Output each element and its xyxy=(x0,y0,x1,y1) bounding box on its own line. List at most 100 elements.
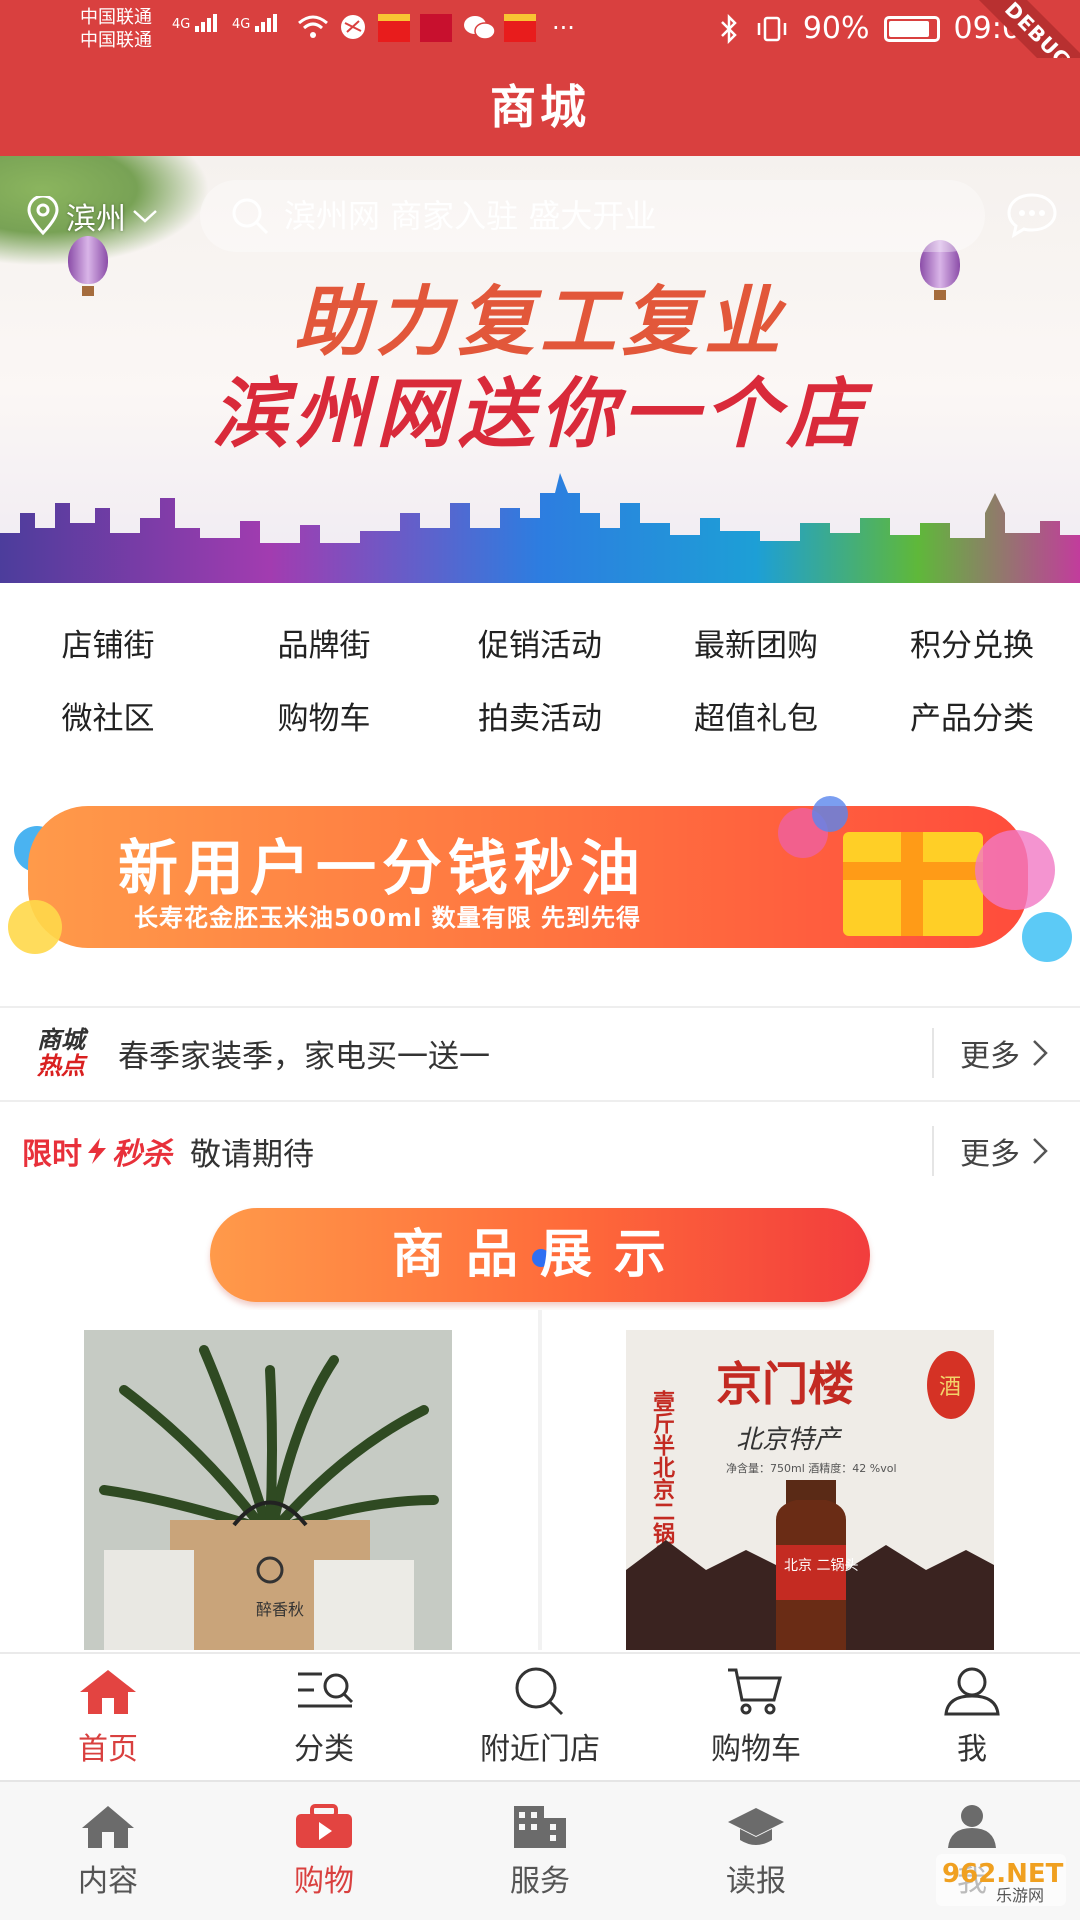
nav-label: 服务 xyxy=(510,1864,570,1899)
search-icon xyxy=(232,198,269,235)
promo-title: 新用户一分钱秒油 xyxy=(118,834,646,904)
wechat-icon xyxy=(464,16,496,40)
graduation-cap-icon xyxy=(728,1808,784,1845)
category-gift-pack[interactable]: 超值礼包 xyxy=(648,683,864,756)
product-grid: 醉香秋 京门楼 北京特产 净含量：750ml 酒精度：42 %vol 壹斤半北京… xyxy=(0,1310,1080,1650)
lantern-text: 酒 xyxy=(939,1375,961,1400)
battery-icon xyxy=(883,16,940,42)
nav-label: 内容 xyxy=(78,1864,138,1899)
bottle-label-text: 北京 二锅头 xyxy=(784,1558,858,1574)
status-bar: 中国联通 中国联通 4G 4G ··· 90% 09:08 DEBUG xyxy=(0,0,1080,118)
lightning-icon xyxy=(88,1138,106,1164)
category-shop-street[interactable]: 店铺街 xyxy=(0,610,216,683)
balloon-decoration xyxy=(1022,912,1072,962)
app-notification-icon xyxy=(341,15,365,39)
wifi-icon xyxy=(298,15,328,38)
category-points-exchange[interactable]: 积分兑换 xyxy=(864,610,1080,683)
signal-1-icon: 4G xyxy=(172,14,219,32)
carrier-1: 中国联通 xyxy=(80,7,152,28)
category-promotions[interactable]: 促销活动 xyxy=(432,610,648,683)
more-notifications-icon: ··· xyxy=(552,14,575,42)
tab-label: 我 xyxy=(957,1732,987,1767)
house-icon xyxy=(82,1806,134,1848)
user-icon xyxy=(948,1805,996,1848)
flash-more-button[interactable]: 更多 xyxy=(932,1126,1050,1176)
balloon-decoration xyxy=(975,830,1055,910)
balloon-decoration xyxy=(8,900,62,954)
news-app-icon xyxy=(420,14,452,42)
location-pin-icon xyxy=(27,196,59,236)
tab-cart[interactable]: 购物车 xyxy=(648,1654,864,1778)
search-icon xyxy=(515,1667,564,1716)
nav-label: 购物 xyxy=(294,1864,354,1899)
search-bar[interactable] xyxy=(200,180,985,252)
nav-shopping[interactable]: 购物 xyxy=(216,1782,432,1920)
vibrate-icon xyxy=(757,16,787,42)
page-title: 商城 xyxy=(490,80,590,134)
promo-subtitle: 长寿花金胚玉米油500ml 数量有限 先到先得 xyxy=(134,904,642,932)
product-card[interactable]: 醉香秋 xyxy=(0,1310,538,1650)
city-skyline xyxy=(0,473,1080,583)
balloon-decoration xyxy=(812,796,848,832)
product-sub-text: 北京特产 xyxy=(736,1425,843,1455)
cart-icon xyxy=(728,1668,782,1715)
tab-label: 附近门店 xyxy=(480,1732,600,1767)
category-auction[interactable]: 拍卖活动 xyxy=(432,683,648,756)
flash-sale-text: 敬请期待 xyxy=(190,1136,314,1173)
location-selector[interactable]: 滨州 xyxy=(26,194,158,238)
carrier-2: 中国联通 xyxy=(80,30,152,51)
tab-category[interactable]: 分类 xyxy=(216,1654,432,1778)
top-search-bar: 滨州 xyxy=(0,180,1080,252)
flash-sale-label: 限时 秒杀 xyxy=(22,1137,172,1172)
bluetooth-icon xyxy=(720,14,737,44)
product-image: 醉香秋 xyxy=(84,1330,452,1650)
tab-home[interactable]: 首页 xyxy=(0,1654,216,1778)
main-navigation-bar: 内容 购物 服务 读报 xyxy=(0,1780,1080,1920)
building-icon xyxy=(514,1806,566,1848)
hot-more-button[interactable]: 更多 xyxy=(932,1028,1050,1078)
category-grid: 店铺街 品牌街 促销活动 最新团购 积分兑换 微社区 购物车 拍卖活动 超值礼包… xyxy=(0,610,1080,760)
product-card[interactable]: 京门楼 北京特产 净含量：750ml 酒精度：42 %vol 壹斤半北京二锅头 … xyxy=(542,1310,1080,1650)
search-input[interactable] xyxy=(284,197,884,235)
nav-read-paper[interactable]: 读报 xyxy=(648,1782,864,1920)
person-icon xyxy=(944,1667,1000,1716)
banner-headline-2: 滨州网送你一个店 xyxy=(212,369,868,458)
nav-content[interactable]: 内容 xyxy=(0,1782,216,1920)
tab-nearby-stores[interactable]: 附近门店 xyxy=(432,1654,648,1778)
title-bar: 商城 xyxy=(0,58,1080,156)
flash-sale-row[interactable]: 限时 秒杀 敬请期待 更多 xyxy=(0,1106,1080,1196)
tab-label: 首页 xyxy=(78,1732,138,1767)
chevron-right-icon xyxy=(1033,1138,1048,1164)
hot-news-text: 春季家装季，家电买一送一 xyxy=(118,1038,490,1075)
product-image: 京门楼 北京特产 净含量：750ml 酒精度：42 %vol 壹斤半北京二锅头 … xyxy=(626,1330,994,1650)
promo-banner[interactable]: 新用户一分钱秒油 长寿花金胚玉米油500ml 数量有限 先到先得 xyxy=(28,806,1028,948)
battery-percent: 90% xyxy=(802,11,870,46)
nav-label: 读报 xyxy=(726,1864,786,1899)
watermark-logo: 962.NET 乐游网 xyxy=(936,1854,1066,1906)
shopping-bag-icon xyxy=(296,1804,352,1848)
liquor-illustration: 京门楼 北京特产 净含量：750ml 酒精度：42 %vol 壹斤半北京二锅头 … xyxy=(626,1330,994,1650)
nav-services[interactable]: 服务 xyxy=(432,1782,648,1920)
category-group-buy[interactable]: 最新团购 xyxy=(648,610,864,683)
category-community[interactable]: 微社区 xyxy=(0,683,216,756)
message-icon[interactable] xyxy=(1006,192,1058,238)
status-right: 90% 09:08 xyxy=(717,10,1040,48)
product-brand-text: 京门楼 xyxy=(716,1357,854,1411)
chevron-down-icon xyxy=(133,210,157,223)
home-icon xyxy=(80,1670,136,1714)
category-product-categories[interactable]: 产品分类 xyxy=(864,683,1080,756)
product-image-label: 醉香秋 xyxy=(256,1600,304,1619)
tab-label: 分类 xyxy=(294,1732,354,1767)
tab-me[interactable]: 我 xyxy=(864,1654,1080,1778)
hot-news-row[interactable]: 商城 热点 春季家装季，家电买一送一 更多 xyxy=(0,1008,1080,1098)
location-label: 滨州 xyxy=(66,202,126,237)
product-showcase-heading: 商品展示 xyxy=(210,1208,870,1302)
gift-box-icon xyxy=(843,832,983,936)
category-icon xyxy=(298,1672,354,1708)
mall-hot-logo: 商城 热点 xyxy=(37,1026,85,1080)
category-cart[interactable]: 购物车 xyxy=(216,683,432,756)
product-spec-text: 净含量：750ml 酒精度：42 %vol xyxy=(726,1461,897,1475)
category-brand-street[interactable]: 品牌街 xyxy=(216,610,432,683)
svg-text:962.NET: 962.NET xyxy=(942,1859,1064,1889)
red-packet-icon xyxy=(378,14,410,42)
